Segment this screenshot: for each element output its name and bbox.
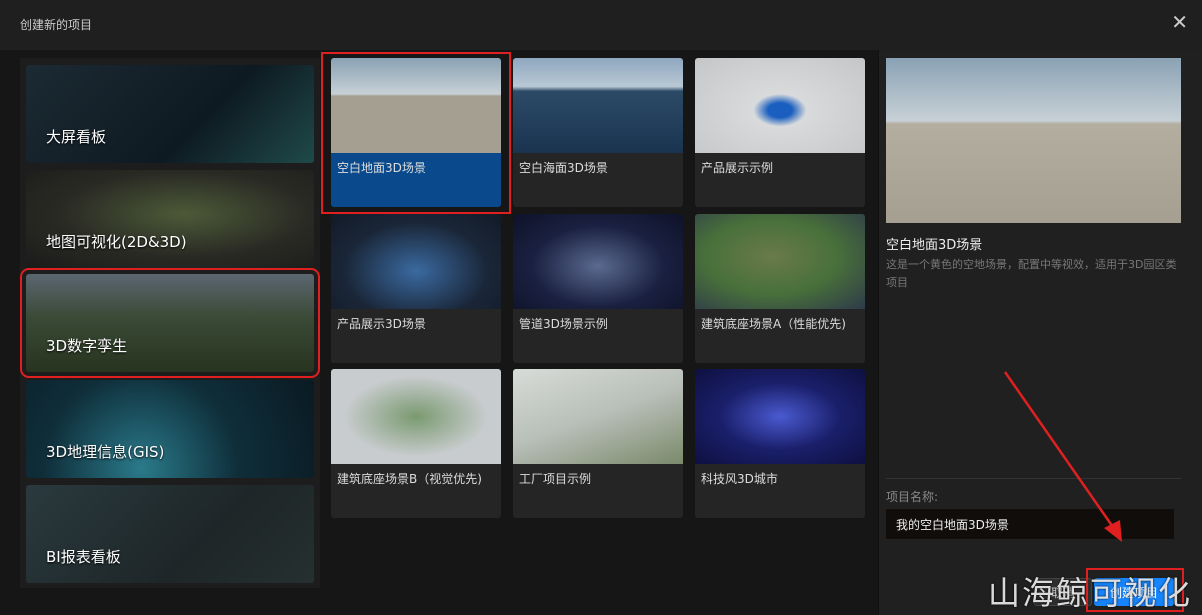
arrow-annotation (1003, 371, 1122, 542)
watermark: 山海鲸可视化 (988, 574, 1193, 612)
